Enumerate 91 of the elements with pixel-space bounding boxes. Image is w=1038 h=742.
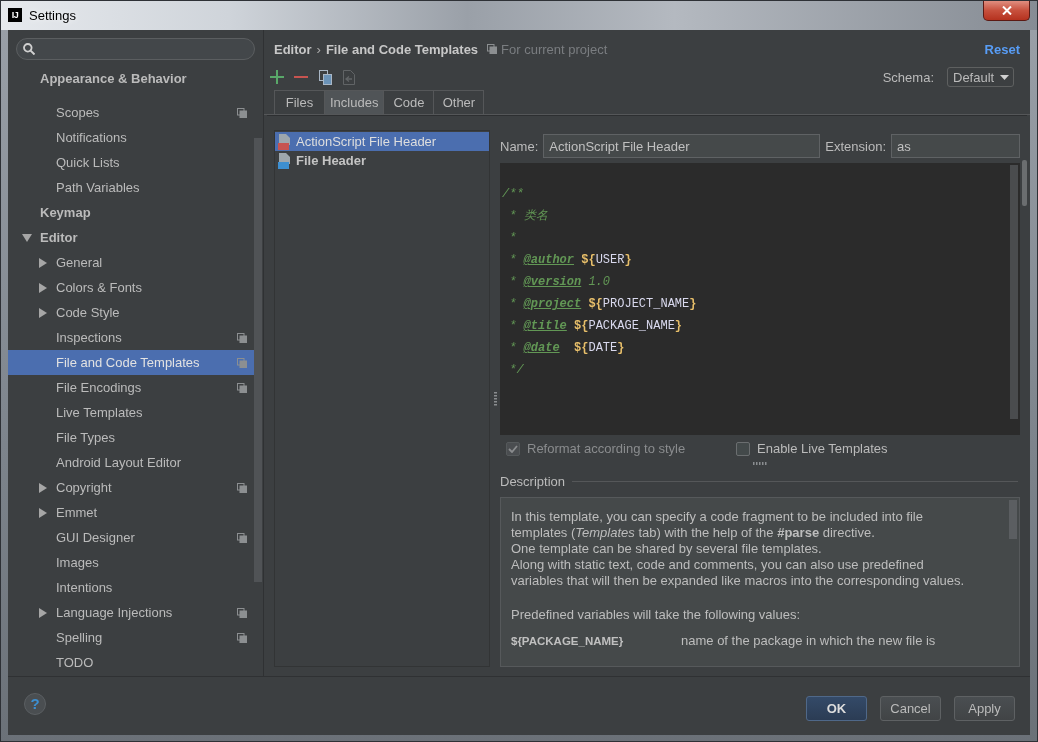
sidebar-item[interactable]: Scopes	[8, 100, 254, 125]
file-icon	[278, 152, 291, 169]
description-text: Predefined variables will take the following values:	[511, 607, 802, 623]
file-icon	[278, 133, 291, 150]
copy-icon	[318, 69, 332, 85]
apply-button[interactable]: Apply	[954, 695, 1015, 721]
scope-note: For current project	[501, 41, 608, 57]
code-editor[interactable]: /** * 类名 * * @author ${USER} * @version 1.0 * @project ${PROJECT_NAME} * @title ${PACKAGE_NAME} * @date ${DATE} */	[500, 163, 1020, 435]
reset-link[interactable]: Reset	[984, 41, 1020, 57]
description-text: One template can be shared by several file templates.	[511, 541, 823, 557]
sidebar-item[interactable]: Quick Lists	[8, 150, 254, 175]
ok-button[interactable]: OK	[806, 695, 867, 721]
tab[interactable]: Files	[274, 90, 325, 114]
name-label: Name:	[500, 138, 539, 154]
sidebar-item[interactable]: Notifications	[8, 125, 254, 150]
document-arrow-icon	[343, 69, 355, 85]
code-line: * @date ${DATE}	[508, 340, 625, 357]
code-line: * 类名	[508, 208, 548, 225]
sidebar-item[interactable]: Intentions	[8, 575, 254, 600]
scrollbar-thumb[interactable]	[254, 138, 262, 582]
description-text: In this template, you can specify a code fragment to be included into file templates (Templates tab) with the help of the #parse directive.	[511, 509, 924, 541]
tree-arrow-right-icon[interactable]	[39, 282, 47, 293]
sidebar-item[interactable]: Inspections	[8, 325, 254, 350]
close-button[interactable]	[983, 1, 1030, 21]
sidebar-item[interactable]: Code Style	[8, 300, 254, 325]
tree-arrow-right-icon[interactable]	[39, 257, 47, 268]
sidebar-item[interactable]: Emmet	[8, 500, 254, 525]
search-field[interactable]	[16, 38, 255, 60]
sidebar-item[interactable]: Live Templates	[8, 400, 254, 425]
sidebar-item[interactable]: Spelling	[8, 625, 254, 650]
copy-button[interactable]	[316, 68, 334, 86]
sidebar-item[interactable]: General	[8, 250, 254, 275]
code-line: * @title ${PACKAGE_NAME}	[508, 318, 683, 335]
tree-arrow-right-icon[interactable]	[39, 482, 47, 493]
sidebar-item[interactable]: Copyright	[8, 475, 254, 500]
checkbox[interactable]	[736, 441, 750, 456]
tab[interactable]: Includes	[324, 90, 385, 114]
template-item[interactable]: ActionScript File Header	[275, 132, 489, 151]
template-item[interactable]: File Header	[275, 151, 489, 170]
close-icon	[1001, 6, 1012, 15]
breadcrumb-separator: ›	[316, 41, 321, 57]
tab[interactable]: Other	[433, 90, 485, 114]
code-line: *	[508, 230, 517, 247]
code-line: * @project ${PROJECT_NAME}	[508, 296, 697, 313]
plus-icon	[270, 70, 284, 84]
sidebar-item[interactable]: TODO	[8, 650, 254, 675]
checkbox-label[interactable]: Enable Live Templates	[757, 441, 888, 456]
caret-icon	[1000, 74, 1009, 80]
tree-arrow-right-icon[interactable]	[39, 507, 47, 518]
sidebar-item[interactable]: Editor	[8, 225, 254, 250]
scrollbar-thumb[interactable]	[1010, 165, 1018, 419]
extension-field[interactable]: as	[891, 134, 1020, 158]
variable-description: name of the package in which the new file is	[681, 633, 936, 649]
variable-name: ${PACKAGE_NAME}	[511, 634, 625, 649]
description-text: Along with static text, code and comments, you can also use predefined variables that will then be expanded like macros into the corresponding values.	[511, 557, 966, 589]
splitter-grip-icon[interactable]	[493, 391, 497, 406]
sidebar-item[interactable]: File and Code Templates	[8, 350, 254, 375]
sidebar-item[interactable]: Android Layout Editor	[8, 450, 254, 475]
tree-arrow-right-icon[interactable]	[39, 307, 47, 318]
code-line: /**	[502, 186, 524, 203]
sidebar-item[interactable]: File Encodings	[8, 375, 254, 400]
code-line: */	[508, 362, 524, 379]
add-button[interactable]	[268, 68, 286, 86]
breadcrumb-item: Editor	[274, 41, 312, 57]
section-title: Description	[500, 473, 566, 489]
search-icon	[23, 43, 35, 55]
minus-icon	[294, 76, 308, 78]
tree-arrow-down-icon[interactable]	[22, 233, 32, 242]
sidebar-item[interactable]: GUI Designer	[8, 525, 254, 550]
stacked-pages-icon	[487, 44, 498, 54]
sidebar-item[interactable]: Appearance & Behavior	[8, 66, 254, 91]
splitter-grip-icon[interactable]	[753, 461, 767, 465]
sidebar-item[interactable]: Images	[8, 550, 254, 575]
schema-label: Schema:	[882, 69, 934, 85]
app-logo: IJ	[8, 8, 22, 22]
sidebar-item[interactable]: Keymap	[8, 200, 254, 225]
sidebar-item[interactable]: File Types	[8, 425, 254, 450]
schema-dropdown[interactable]: Default	[947, 67, 1014, 87]
cancel-button[interactable]: Cancel	[880, 695, 941, 721]
scrollbar-thumb[interactable]	[1022, 160, 1027, 206]
code-line: * @author ${USER}	[508, 252, 632, 269]
tree-arrow-right-icon[interactable]	[39, 607, 47, 618]
window-title: Settings	[29, 7, 76, 25]
checkmark-icon	[508, 444, 518, 453]
breadcrumb-item: File and Code Templates	[325, 41, 479, 57]
sidebar-item[interactable]: Colors & Fonts	[8, 275, 254, 300]
name-field[interactable]: ActionScript File Header	[543, 134, 821, 158]
sidebar-item[interactable]: Path Variables	[8, 175, 254, 200]
extension-label: Extension:	[825, 138, 886, 154]
sidebar-item[interactable]: Language Injections	[8, 600, 254, 625]
code-line: * @version 1.0	[508, 274, 611, 291]
